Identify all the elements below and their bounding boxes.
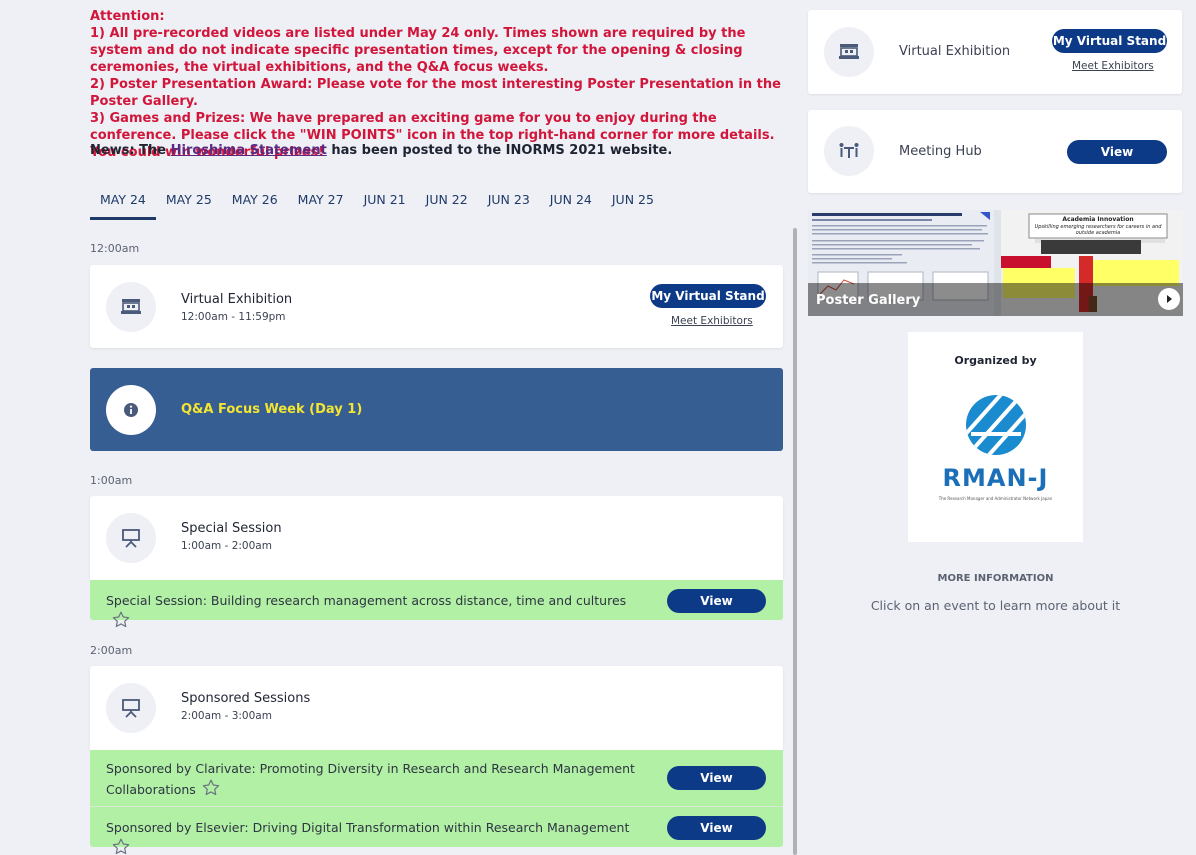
tab-jun-25[interactable]: JUN 25 — [602, 186, 664, 220]
news-line: News: The Hiroshima Statement has been p… — [90, 143, 672, 158]
event-time: 12:00am - 11:59pm — [181, 311, 286, 323]
rmanj-wordmark: RMAN-J — [942, 464, 1049, 492]
poster-slide-subtitle: Upskilling emerging researchers for care… — [1034, 224, 1162, 236]
news-prefix: News: The — [90, 143, 171, 158]
notice-heading: Attention: — [90, 9, 165, 24]
notice-item-2: 2) Poster Presentation Award: Please vot… — [90, 77, 781, 109]
presentation-board-icon — [106, 683, 156, 733]
session-row[interactable]: Sponsored by Clarivate: Promoting Divers… — [90, 750, 783, 806]
my-virtual-stand-button[interactable]: My Virtual Stand — [1052, 29, 1167, 53]
more-information-heading: MORE INFORMATION — [937, 573, 1054, 584]
date-tabs: MAY 24 MAY 25 MAY 26 MAY 27 JUN 21 JUN 2… — [90, 186, 664, 220]
tab-may-24[interactable]: MAY 24 — [90, 186, 156, 220]
tab-jun-23[interactable]: JUN 23 — [478, 186, 540, 220]
tab-jun-22[interactable]: JUN 22 — [416, 186, 478, 220]
meet-exhibitors-link[interactable]: Meet Exhibitors — [671, 315, 753, 327]
sidebar-card-label: Meeting Hub — [899, 144, 982, 159]
poster-gallery-carousel[interactable]: Academia Innovation Upskilling emerging … — [808, 210, 1183, 316]
session-row[interactable]: Sponsored by Elsevier: Driving Digital T… — [90, 807, 783, 855]
more-information-text: Click on an event to learn more about it — [870, 598, 1121, 613]
news-suffix: has been posted to the INORMS 2021 websi… — [326, 143, 673, 158]
qa-focus-week-banner[interactable]: Q&A Focus Week (Day 1) — [90, 368, 783, 451]
presentation-board-icon — [106, 513, 156, 563]
event-time: 1:00am - 2:00am — [181, 540, 272, 552]
sidebar-virtual-exhibition-card[interactable]: Virtual Exhibition My Virtual Stand Meet… — [808, 10, 1182, 94]
meeting-icon — [824, 126, 874, 176]
view-button[interactable]: View — [667, 589, 766, 613]
view-button[interactable]: View — [667, 766, 766, 790]
meet-exhibitors-link[interactable]: Meet Exhibitors — [1072, 60, 1154, 72]
event-card-sponsored-sessions[interactable]: Sponsored Sessions 2:00am - 3:00am — [90, 666, 783, 750]
poster-slide-title: Academia Innovation — [1062, 216, 1134, 223]
qa-banner-title: Q&A Focus Week (Day 1) — [181, 402, 363, 417]
event-time: 2:00am - 3:00am — [181, 710, 272, 722]
hiroshima-statement-link[interactable]: Hiroshima Statement — [171, 143, 327, 158]
session-title: Sponsored by Clarivate: Promoting Divers… — [106, 761, 635, 797]
event-title: Sponsored Sessions — [181, 691, 311, 706]
event-card-virtual-exhibition[interactable]: Virtual Exhibition 12:00am - 11:59pm My … — [90, 265, 783, 348]
view-button[interactable]: View — [667, 816, 766, 840]
poster-gallery-caption-bar: Poster Gallery — [808, 283, 1183, 316]
star-outline-icon[interactable] — [202, 779, 220, 802]
organized-by-label: Organized by — [954, 354, 1037, 367]
time-label: 1:00am — [90, 474, 133, 487]
poster-gallery-label: Poster Gallery — [816, 293, 921, 308]
sidebar-card-label: Virtual Exhibition — [899, 44, 1011, 59]
session-row-text-wrap: Sponsored by Elsevier: Driving Digital T… — [106, 818, 646, 855]
organizer-card: Organized by RMAN-J The Research Manager… — [908, 332, 1083, 542]
session-row[interactable]: Special Session: Building research manag… — [90, 580, 783, 628]
tab-may-25[interactable]: MAY 25 — [156, 186, 222, 220]
tab-jun-24[interactable]: JUN 24 — [540, 186, 602, 220]
notice-item-1: 1) All pre-recorded videos are listed un… — [90, 26, 746, 75]
schedule-panel: Attention: 1) All pre-recorded videos ar… — [0, 0, 800, 855]
booth-icon — [106, 282, 156, 332]
play-icon[interactable] — [1158, 288, 1180, 310]
attention-notice: Attention: 1) All pre-recorded videos ar… — [90, 8, 790, 161]
session-title: Special Session: Building research manag… — [106, 593, 627, 608]
event-card-special-session[interactable]: Special Session 1:00am - 2:00am — [90, 496, 783, 580]
session-title: Sponsored by Elsevier: Driving Digital T… — [106, 820, 630, 835]
event-title: Virtual Exhibition — [181, 292, 293, 307]
rmanj-tagline: The Research Manager and Administrator N… — [938, 496, 1053, 501]
meeting-hub-view-button[interactable]: View — [1067, 140, 1167, 164]
tab-may-27[interactable]: MAY 27 — [288, 186, 354, 220]
info-icon — [106, 385, 156, 435]
sidebar-meeting-hub-card[interactable]: Meeting Hub View — [808, 110, 1182, 193]
session-row-text-wrap: Special Session: Building research manag… — [106, 591, 646, 634]
tab-jun-21[interactable]: JUN 21 — [354, 186, 416, 220]
time-label: 12:00am — [90, 242, 140, 255]
rmanj-logo-icon — [965, 394, 1027, 456]
time-label: 2:00am — [90, 644, 133, 657]
tab-may-26[interactable]: MAY 26 — [222, 186, 288, 220]
event-title: Special Session — [181, 521, 282, 536]
booth-icon — [824, 27, 874, 77]
session-row-text-wrap: Sponsored by Clarivate: Promoting Divers… — [106, 759, 646, 802]
star-outline-icon[interactable] — [112, 611, 130, 634]
my-virtual-stand-button[interactable]: My Virtual Stand — [650, 284, 766, 308]
star-outline-icon[interactable] — [112, 838, 130, 855]
scrollbar-thumb[interactable] — [793, 228, 797, 855]
